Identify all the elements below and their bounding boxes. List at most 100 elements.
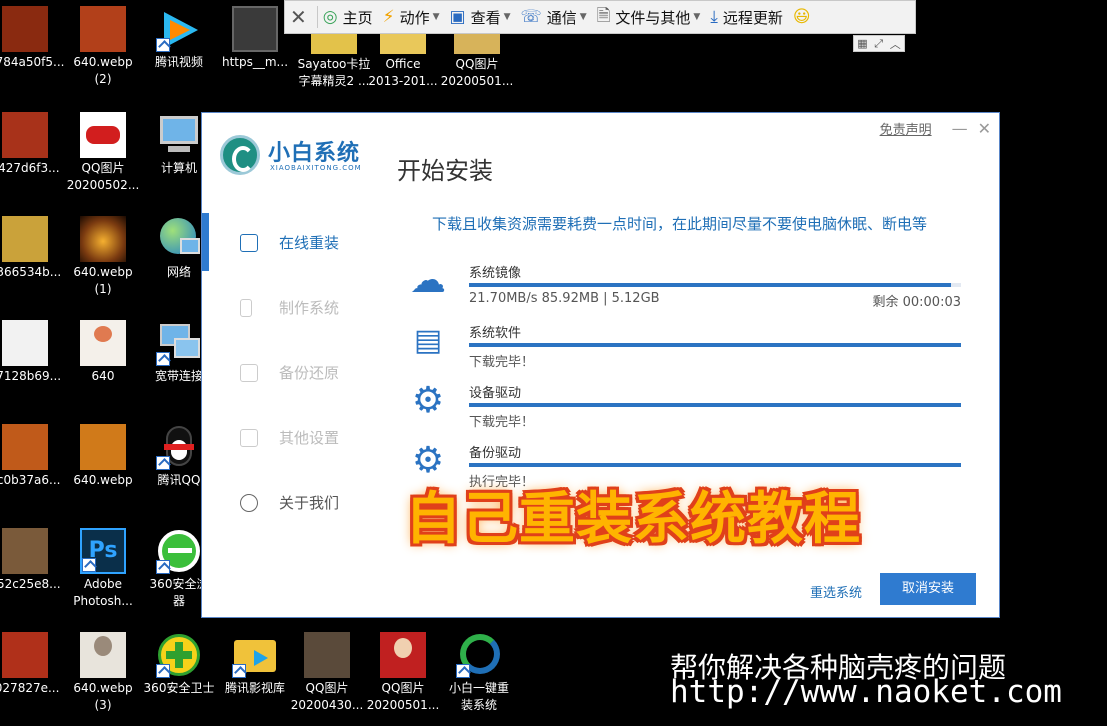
shortcut-arrow-icon [156, 664, 170, 678]
toolbar-home-button[interactable]: ◎ 主页 [318, 0, 378, 34]
desktop-icon-image-file[interactable]: 3784a50f5... [0, 6, 64, 71]
desktop-icon-image-file[interactable]: f027827e... [0, 632, 62, 697]
desktop-icon-image-file[interactable]: 640.webp (2) [66, 6, 140, 88]
desktop-icon-qq-image[interactable]: QQ图片 20200430... [290, 632, 364, 714]
image-thumbnail-icon [80, 632, 126, 678]
desktop-icon-label: QQ图片 20200430... [290, 681, 364, 712]
desktop-icon-sayatoo[interactable]: Sayatoo卡拉 字幕精灵2 ... [294, 30, 374, 90]
home-icon: ◎ [322, 7, 338, 27]
desktop-icon-photoshop[interactable]: Ps Adobe Photosh... [66, 528, 140, 610]
page-title: 开始安装 [397, 157, 493, 185]
sidebar-item-label: 关于我们 [279, 494, 340, 512]
desktop-icon-office[interactable]: Office 2013-201... [366, 30, 440, 90]
task-system-software: ▤ 系统软件 下载完毕！ [409, 322, 961, 380]
sidebar-item-label: 在线重装 [279, 234, 340, 252]
desktop-icon-image-file[interactable]: ec0b37a6... [0, 424, 62, 489]
task-status: 下载完毕！ [469, 415, 535, 430]
desktop-icon-label: https__m... [221, 55, 289, 69]
desktop-icon-label: 640.webp (3) [73, 681, 133, 712]
collapse-icon[interactable]: ︿ [890, 36, 901, 52]
desktop-icon-360-guard[interactable]: 360安全卫士 [142, 632, 216, 697]
monitor-icon: ▣ [449, 7, 466, 27]
toolbar-actions-menu[interactable]: ⚡ 动作 ▼ [378, 0, 445, 34]
shortcut-arrow-icon [456, 664, 470, 678]
lightning-icon: ⚡ [382, 7, 395, 27]
desktop-icon-image-file[interactable]: 640.webp [66, 424, 140, 489]
task-device-drivers: ⚙ 设备驱动 下载完毕！ [409, 382, 961, 440]
desktop-icon-image-file[interactable]: 640 [66, 320, 140, 385]
sidebar-item-backup-restore[interactable]: 备份还原 [202, 340, 397, 405]
broadband-connection-icon [156, 320, 202, 366]
reselect-system-button[interactable]: 重选系统 [810, 582, 862, 601]
toolbar-emoji-button[interactable]: 😃 [788, 0, 816, 34]
shortcut-arrow-icon [156, 352, 170, 366]
desktop-icon-image-file[interactable]: 6366534b... [0, 216, 62, 281]
desktop-icon-label: 腾讯视频 [154, 55, 203, 69]
task-name: 系统镜像 [469, 266, 522, 281]
tencent-video-icon [156, 6, 202, 52]
desktop-icon-label: QQ图片 20200501... [440, 57, 514, 88]
desktop-icon-video-file[interactable]: https__m... [218, 6, 292, 71]
desktop-icon-image-file[interactable]: 352c25e8... [0, 528, 62, 593]
360-guard-icon [156, 632, 202, 678]
task-progress-fill [469, 463, 961, 467]
phone-icon: ☏ [520, 7, 542, 27]
toolbar-communication-menu[interactable]: ☏ 通信 ▼ [516, 0, 592, 34]
chevron-down-icon: ▼ [503, 12, 511, 22]
task-name: 系统软件 [469, 326, 522, 341]
toolbar-remote-update-button[interactable]: ⤓ 远程更新 [705, 0, 788, 34]
image-thumbnail-icon [80, 320, 126, 366]
desktop-icon-label: 640.webp (1) [73, 265, 133, 296]
toolbar-view-menu[interactable]: ▣ 查看 ▼ [445, 0, 516, 34]
desktop-icon-qq-image[interactable]: QQ图片 20200502... [66, 112, 140, 194]
overlay-title: 自己重装系统教程 [405, 487, 861, 552]
toolbar-files-menu[interactable]: 🗎 文件与其他 ▼ [592, 0, 706, 34]
image-thumbnail-icon [80, 424, 126, 470]
video-thumbnail-icon [232, 6, 278, 52]
image-thumbnail-icon [80, 6, 126, 52]
task-status: 下载完毕！ [469, 355, 535, 370]
desktop-icon-label: Office 2013-201... [368, 57, 438, 88]
desktop-icon-image-file[interactable]: 640.webp (1) [66, 216, 140, 298]
smiley-icon: 😃 [792, 7, 811, 27]
fullscreen-icon[interactable]: ⤢ [874, 37, 883, 51]
download-icon: ⤓ [710, 7, 718, 27]
minimize-button[interactable]: — [952, 119, 968, 138]
desktop-icon-qq-image[interactable]: QQ图片 20200501... [366, 632, 440, 714]
monitor-icon [240, 233, 258, 252]
task-name: 备份驱动 [469, 446, 522, 461]
cancel-install-button[interactable]: 取消安装 [880, 573, 976, 605]
qq-penguin-icon [156, 424, 202, 470]
sidebar-item-make-system[interactable]: 制作系统 [202, 275, 397, 340]
sidebar-item-label: 制作系统 [279, 299, 340, 317]
file-icon: 🗎 [596, 5, 611, 26]
toolbar-close-button[interactable]: ✕ [285, 0, 317, 34]
desktop-icon-tencent-library[interactable]: 腾讯影视库 [218, 632, 292, 697]
photoshop-icon: Ps [80, 528, 126, 574]
grid-icon[interactable]: ▦ [857, 37, 867, 50]
desktop-icon-qq-image[interactable]: QQ图片 20200501... [440, 30, 514, 90]
sidebar-item-about-us[interactable]: 关于我们 [202, 470, 397, 535]
task-progress-bar [469, 343, 961, 347]
app-logo: 小白系统 XIAOBAIXITONG.COM [220, 133, 380, 177]
image-thumbnail-icon [80, 216, 126, 262]
image-thumbnail-icon [2, 632, 48, 678]
task-progress-fill [469, 343, 961, 347]
remote-toolbar: ✕ ◎ 主页 ⚡ 动作 ▼ ▣ 查看 ▼ ☏ 通信 ▼ 🗎 文件与其他 ▼ ⤓ 远程更新 😃 [284, 0, 916, 34]
close-button[interactable]: ✕ [978, 119, 991, 138]
desktop-icon-image-file[interactable]: e7128b69... [0, 320, 62, 385]
image-thumbnail-icon [2, 216, 48, 262]
image-thumbnail-icon [2, 112, 48, 158]
desktop-icon-image-file[interactable]: 640.webp (3) [66, 632, 140, 714]
desktop-icon-xiaobai-installer[interactable]: 小白一键重 装系统 [442, 632, 516, 714]
desktop-icon-label: 352c25e8... [0, 577, 61, 591]
shortcut-arrow-icon [156, 38, 170, 52]
sidebar-item-online-reinstall[interactable]: 在线重装 [202, 210, 397, 275]
sidebar-item-other-settings[interactable]: 其他设置 [202, 405, 397, 470]
desktop-icon-label: 小白一键重 装系统 [448, 681, 509, 712]
desktop-icon-tencent-video[interactable]: 腾讯视频 [142, 6, 216, 71]
image-thumbnail-icon [2, 6, 48, 52]
desktop-icon-image-file[interactable]: 1427d6f3... [0, 112, 62, 177]
disclaimer-link[interactable]: 免责声明 [880, 119, 932, 138]
desktop-icon-label: 640.webp [73, 473, 133, 487]
